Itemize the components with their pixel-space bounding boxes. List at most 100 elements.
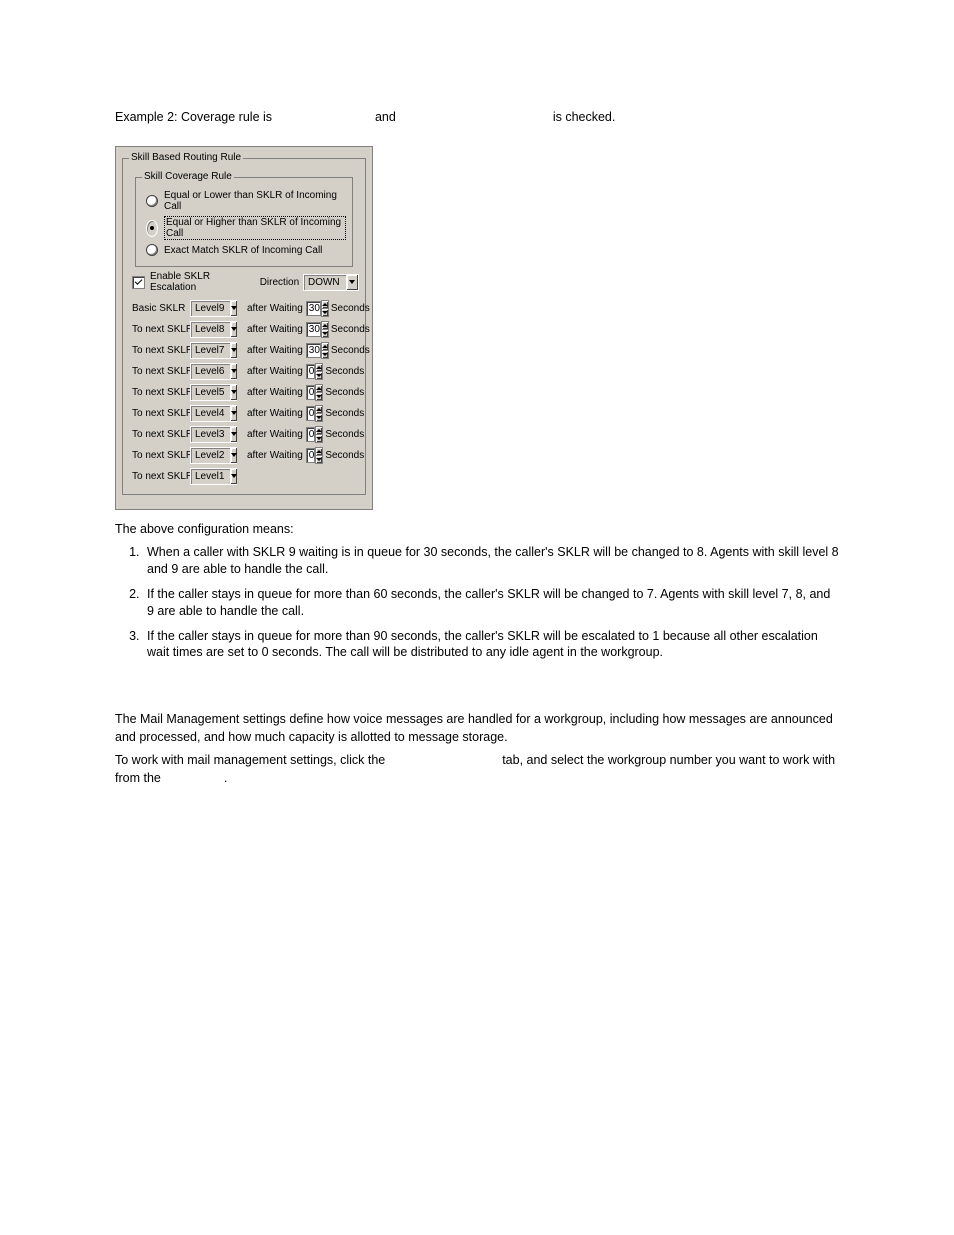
spinner-down-icon[interactable]: [322, 309, 328, 316]
wait-seconds-input[interactable]: 30: [306, 343, 321, 358]
direction-value: DOWN: [304, 277, 346, 288]
level-select[interactable]: Level1: [190, 468, 237, 485]
seconds-spinner[interactable]: [315, 447, 323, 464]
wait-seconds-input[interactable]: 0: [306, 448, 316, 463]
direction-select[interactable]: DOWN: [303, 274, 359, 291]
list-item: When a caller with SKLR 9 waiting is in …: [143, 544, 839, 578]
level-value: Level7: [191, 345, 230, 356]
basic-sklr-label: Basic SKLR: [132, 303, 190, 314]
chevron-down-icon[interactable]: [230, 343, 237, 358]
level-value: Level4: [191, 408, 230, 419]
chevron-down-icon[interactable]: [230, 427, 237, 442]
seconds-label: Seconds: [325, 387, 364, 398]
after-waiting-label: after Waiting: [247, 387, 303, 398]
sklr-row: To next SKLRLevel2after Waiting0Seconds: [132, 446, 359, 464]
chevron-down-icon[interactable]: [346, 275, 358, 290]
chevron-down-icon[interactable]: [230, 364, 237, 379]
next-sklr-label: To next SKLR: [132, 429, 190, 440]
wait-seconds-input[interactable]: 0: [306, 406, 316, 421]
after-waiting-label: after Waiting: [247, 408, 303, 419]
radio-higher[interactable]: [146, 220, 158, 237]
config-intro: The above configuration means:: [115, 522, 839, 536]
radio-exact[interactable]: [146, 244, 158, 256]
example-heading: Example 2: Coverage rule is and is check…: [115, 110, 839, 124]
seconds-spinner[interactable]: [321, 342, 329, 359]
sklr-row: To next SKLRLevel8after Waiting30Seconds: [132, 320, 359, 338]
spinner-down-icon[interactable]: [316, 414, 322, 421]
next-sklr-label: To next SKLR: [132, 450, 190, 461]
radio-higher-label: Equal or Higher than SKLR of Incoming Ca…: [164, 216, 346, 240]
spinner-down-icon[interactable]: [322, 330, 328, 337]
wait-seconds-input[interactable]: 0: [306, 427, 316, 442]
chevron-down-icon[interactable]: [230, 301, 237, 316]
spinner-up-icon[interactable]: [322, 343, 328, 351]
wait-seconds-input[interactable]: 0: [306, 385, 316, 400]
spinner-up-icon[interactable]: [322, 322, 328, 330]
seconds-label: Seconds: [325, 366, 364, 377]
level-select[interactable]: Level9: [190, 300, 237, 317]
after-waiting-label: after Waiting: [247, 429, 303, 440]
radio-exact-label: Exact Match SKLR of Incoming Call: [164, 245, 322, 256]
chevron-down-icon[interactable]: [230, 385, 237, 400]
group-skill-coverage: Skill Coverage Rule Equal or Lower than …: [135, 177, 353, 267]
level-value: Level1: [191, 471, 230, 482]
next-sklr-label: To next SKLR: [132, 471, 190, 482]
wait-seconds-input[interactable]: 0: [306, 364, 316, 379]
spinner-down-icon[interactable]: [322, 351, 328, 358]
next-sklr-label: To next SKLR: [132, 366, 190, 377]
seconds-spinner[interactable]: [321, 300, 329, 317]
mail-management-section: The Mail Management settings define how …: [115, 711, 839, 787]
after-waiting-label: after Waiting: [247, 324, 303, 335]
chevron-down-icon[interactable]: [230, 322, 237, 337]
level-select[interactable]: Level6: [190, 363, 237, 380]
sklr-row: To next SKLRLevel5after Waiting0Seconds: [132, 383, 359, 401]
spinner-up-icon[interactable]: [316, 385, 322, 393]
example-prefix: Example 2: Coverage rule is: [115, 110, 276, 124]
level-select[interactable]: Level4: [190, 405, 237, 422]
example-and: and: [375, 110, 399, 124]
wait-seconds-input[interactable]: 30: [306, 322, 321, 337]
level-select[interactable]: Level7: [190, 342, 237, 359]
spinner-down-icon[interactable]: [316, 435, 322, 442]
group-legend-outer: Skill Based Routing Rule: [129, 152, 243, 163]
explanation-list: When a caller with SKLR 9 waiting is in …: [133, 544, 839, 661]
chevron-down-icon[interactable]: [230, 469, 237, 484]
spinner-up-icon[interactable]: [316, 406, 322, 414]
wait-seconds-input[interactable]: 30: [306, 301, 321, 316]
spinner-down-icon[interactable]: [316, 372, 322, 379]
next-sklr-label: To next SKLR: [132, 324, 190, 335]
radio-lower-label: Equal or Lower than SKLR of Incoming Cal…: [164, 190, 346, 212]
chevron-down-icon[interactable]: [230, 406, 237, 421]
seconds-label: Seconds: [331, 345, 370, 356]
level-select[interactable]: Level2: [190, 447, 237, 464]
example-checked: is checked.: [553, 110, 616, 124]
level-value: Level5: [191, 387, 230, 398]
checkbox-enable-escalation[interactable]: [132, 276, 145, 289]
radio-lower[interactable]: [146, 195, 158, 207]
level-select[interactable]: Level8: [190, 321, 237, 338]
seconds-label: Seconds: [325, 408, 364, 419]
spinner-up-icon[interactable]: [316, 448, 322, 456]
seconds-spinner[interactable]: [315, 384, 323, 401]
sklr-row: To next SKLRLevel7after Waiting30Seconds: [132, 341, 359, 359]
level-select[interactable]: Level3: [190, 426, 237, 443]
sklr-row: To next SKLRLevel1: [132, 467, 359, 485]
after-waiting-label: after Waiting: [247, 303, 303, 314]
spinner-up-icon[interactable]: [322, 301, 328, 309]
spinner-down-icon[interactable]: [316, 456, 322, 463]
level-select[interactable]: Level5: [190, 384, 237, 401]
seconds-spinner[interactable]: [321, 321, 329, 338]
seconds-spinner[interactable]: [315, 363, 323, 380]
spinner-up-icon[interactable]: [316, 427, 322, 435]
chevron-down-icon[interactable]: [230, 448, 237, 463]
list-item: If the caller stays in queue for more th…: [143, 628, 839, 662]
spinner-up-icon[interactable]: [316, 364, 322, 372]
seconds-spinner[interactable]: [315, 405, 323, 422]
seconds-label: Seconds: [325, 450, 364, 461]
sklr-row: To next SKLRLevel6after Waiting0Seconds: [132, 362, 359, 380]
seconds-spinner[interactable]: [315, 426, 323, 443]
spinner-down-icon[interactable]: [316, 393, 322, 400]
level-value: Level2: [191, 450, 230, 461]
next-sklr-label: To next SKLR: [132, 345, 190, 356]
mm-paragraph-2: To work with mail management settings, c…: [115, 752, 839, 787]
